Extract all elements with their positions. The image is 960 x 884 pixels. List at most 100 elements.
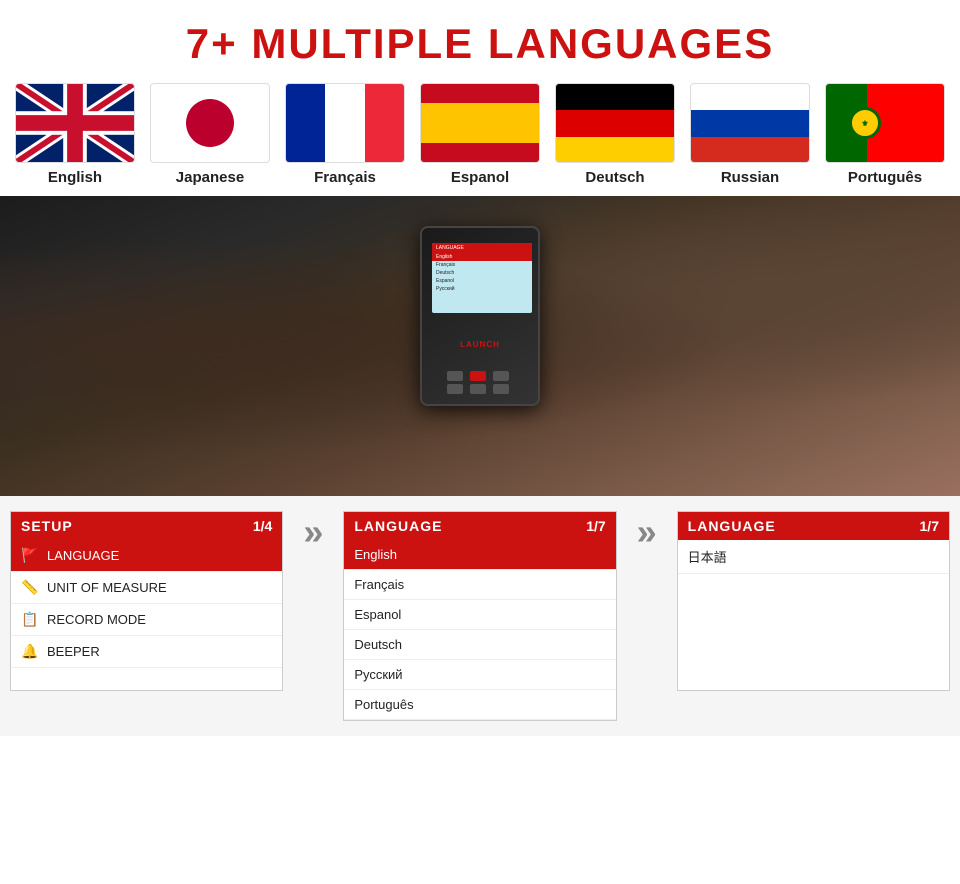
device-btn-2	[470, 371, 486, 381]
setup-panel-num: 1/4	[253, 518, 272, 534]
flag-france	[285, 83, 405, 163]
flag-russia-stripes	[690, 83, 810, 163]
lang-item-deutsch: Deutsch	[344, 630, 615, 660]
device-brand-logo: LAUNCH	[460, 340, 500, 349]
lang-item-espanol-label: Espanol	[354, 607, 401, 622]
device-screen: LANGUAGE English Français Deutsch Espano…	[432, 243, 532, 313]
flag-label-russian: Russian	[721, 169, 779, 186]
screen-item-english: English	[432, 253, 532, 261]
flag-spain-stripes	[420, 83, 540, 163]
lang-item-english: English	[344, 540, 615, 570]
flag-france-stripes	[285, 83, 405, 163]
flags-row: English Japanese Français Espanol	[0, 83, 960, 196]
flag-portugal-stripes: ⚜	[825, 83, 945, 163]
language-panel-2-header: LANGUAGE 1/7	[678, 512, 949, 540]
flag-label-espanol: Espanol	[451, 169, 509, 186]
setup-item-beeper-label: BEEPER	[47, 644, 100, 659]
setup-panel-header: SETUP 1/4	[11, 512, 282, 540]
germany-black	[555, 83, 675, 110]
flag-uk	[15, 83, 135, 163]
flag-label-japanese: Japanese	[176, 169, 244, 186]
flag-spain	[420, 83, 540, 163]
lang-item-russian-label: Русский	[354, 667, 402, 682]
screen-item-francais: Français	[432, 261, 532, 269]
spain-red2	[420, 143, 540, 163]
panels-row: SETUP 1/4 🚩 LANGUAGE 📏 UNIT OF MEASURE 📋…	[0, 496, 960, 736]
product-photo: LANGUAGE English Français Deutsch Espano…	[0, 196, 960, 496]
flag-portugal: ⚜	[825, 83, 945, 163]
language-panel-2-title: LANGUAGE	[688, 518, 776, 534]
title-section: 7+ MULTIPLE LANGUAGES	[0, 0, 960, 83]
setup-item-record: 📋 RECORD MODE	[11, 604, 282, 636]
setup-item-record-label: RECORD MODE	[47, 612, 146, 627]
device-btn-4	[447, 384, 463, 394]
device-in-hand: LANGUAGE English Français Deutsch Espano…	[420, 226, 620, 406]
language-panel-1: LANGUAGE 1/7 English Français Espanol De…	[343, 511, 616, 721]
lang-item-espanol: Espanol	[344, 600, 615, 630]
flag-item-portugues: ⚜ Português	[823, 83, 948, 186]
language-panel-1-header: LANGUAGE 1/7	[344, 512, 615, 540]
japan-circle	[186, 99, 234, 147]
setup-item-unit-label: UNIT OF MEASURE	[47, 580, 167, 595]
france-red	[365, 83, 405, 163]
flag-label-english: English	[48, 169, 102, 186]
screen-header: LANGUAGE	[432, 243, 532, 253]
lang-item-francais-label: Français	[354, 577, 404, 592]
beeper-icon: 🔔	[21, 643, 39, 660]
language-panel-2: LANGUAGE 1/7 日本語	[677, 511, 950, 691]
setup-panel-title: SETUP	[21, 518, 73, 534]
lang-item-russian: Русский	[344, 660, 615, 690]
device-btn-3	[493, 371, 509, 381]
germany-red	[555, 110, 675, 137]
lang-item-english-label: English	[354, 547, 397, 562]
portugal-emblem: ⚜	[849, 107, 881, 139]
screen-item-russian: Русский	[432, 285, 532, 293]
setup-item-beeper: 🔔 BEEPER	[11, 636, 282, 668]
lang-item-japanese: 日本語	[678, 540, 949, 574]
france-blue	[285, 83, 325, 163]
germany-gold	[555, 137, 675, 163]
unit-icon: 📏	[21, 579, 39, 596]
flag-item-deutsch: Deutsch	[553, 83, 678, 186]
russia-white	[690, 83, 810, 110]
flag-item-japanese: Japanese	[148, 83, 273, 186]
lang-item-japanese-label: 日本語	[688, 547, 727, 566]
lang-item-portugues-label: Português	[354, 697, 413, 712]
flag-japan	[150, 83, 270, 163]
screen-item-espanol: Espanol	[432, 277, 532, 285]
setup-item-unit: 📏 UNIT OF MEASURE	[11, 572, 282, 604]
arrow-2: »	[617, 511, 677, 553]
lang-item-francais: Français	[344, 570, 615, 600]
arrow-1: »	[283, 511, 343, 553]
flag-item-francais: Français	[283, 83, 408, 186]
language-icon: 🚩	[21, 547, 39, 564]
france-white	[325, 83, 365, 163]
setup-item-language: 🚩 LANGUAGE	[11, 540, 282, 572]
russia-blue	[690, 110, 810, 137]
setup-item-language-label: LANGUAGE	[47, 548, 119, 563]
flag-item-espanol: Espanol	[418, 83, 543, 186]
flag-germany	[555, 83, 675, 163]
lang-item-portugues: Português	[344, 690, 615, 720]
flag-russia	[690, 83, 810, 163]
flag-item-russian: Russian	[688, 83, 813, 186]
flag-label-deutsch: Deutsch	[585, 169, 644, 186]
language-panel-1-title: LANGUAGE	[354, 518, 442, 534]
flag-germany-stripes	[555, 83, 675, 163]
setup-panel: SETUP 1/4 🚩 LANGUAGE 📏 UNIT OF MEASURE 📋…	[10, 511, 283, 691]
flag-item-english: English	[13, 83, 138, 186]
spain-yellow	[420, 103, 540, 143]
page-title: 7+ MULTIPLE LANGUAGES	[0, 20, 960, 68]
spain-red1	[420, 83, 540, 103]
lang-item-deutsch-label: Deutsch	[354, 637, 402, 652]
record-icon: 📋	[21, 611, 39, 628]
language-panel-2-num: 1/7	[920, 518, 939, 534]
device-btn-6	[493, 384, 509, 394]
russia-red	[690, 137, 810, 163]
obd-device: LANGUAGE English Français Deutsch Espano…	[420, 226, 540, 406]
flag-label-francais: Français	[314, 169, 376, 186]
language-panel-1-num: 1/7	[586, 518, 605, 534]
device-button-group	[447, 371, 513, 394]
device-btn-5	[470, 384, 486, 394]
device-btn-1	[447, 371, 463, 381]
